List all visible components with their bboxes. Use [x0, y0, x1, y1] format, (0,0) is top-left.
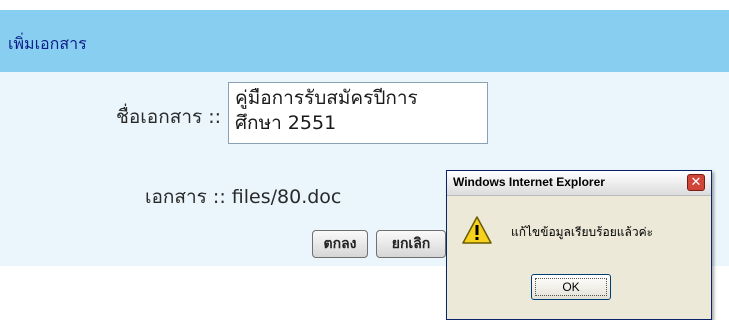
page-title: เพิ่มเอกสาร — [8, 34, 87, 53]
dialog-message: แก้ไขข้อมูลเรียบร้อยแล้วค่ะ — [511, 225, 654, 239]
dialog-titlebar[interactable]: Windows Internet Explorer ✕ — [447, 171, 711, 196]
dialog-ok-button[interactable]: OK — [531, 274, 611, 300]
focus-ring — [535, 278, 607, 296]
document-file-value: files/80.doc — [231, 186, 342, 208]
confirm-button[interactable]: ตกลง — [312, 230, 368, 258]
document-file-label: เอกสาร :: files/80.doc — [145, 182, 341, 212]
document-name-line-1: คู่มือการรับสมัครปีการ — [235, 87, 418, 109]
warning-icon — [462, 216, 492, 244]
document-name-label: ชื่อเอกสาร :: — [116, 106, 222, 128]
document-name-input[interactable]: คู่มือการรับสมัครปีการ ศึกษา 2551 — [228, 82, 488, 144]
document-file-label-text: เอกสาร :: — [145, 186, 226, 208]
page-header: เพิ่มเอกสาร — [0, 10, 729, 72]
dialog-title: Windows Internet Explorer — [453, 175, 605, 189]
cancel-button[interactable]: ยกเลิก — [376, 230, 446, 258]
alert-dialog: Windows Internet Explorer ✕ แก้ไขข้อมูลเ… — [446, 170, 712, 320]
document-name-line-2: ศึกษา 2551 — [235, 112, 337, 134]
close-icon[interactable]: ✕ — [687, 174, 705, 191]
